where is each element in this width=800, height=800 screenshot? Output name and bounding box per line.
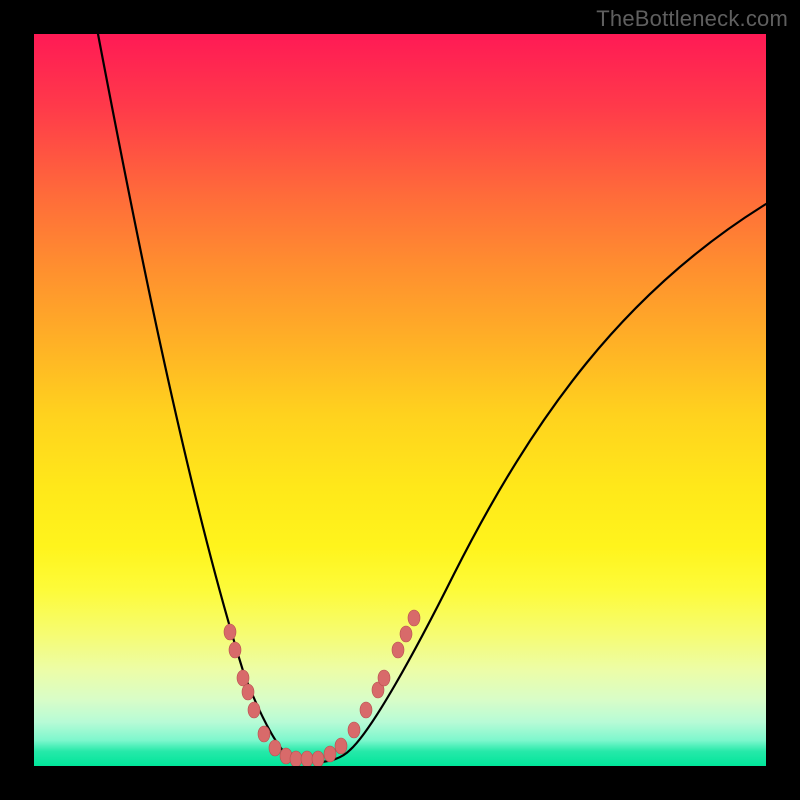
data-marker [237, 670, 249, 686]
data-marker [392, 642, 404, 658]
data-marker [348, 722, 360, 738]
data-marker [400, 626, 412, 642]
chart-frame: TheBottleneck.com [0, 0, 800, 800]
curve-layer [34, 34, 766, 766]
data-marker [269, 740, 281, 756]
data-marker [408, 610, 420, 626]
data-marker [258, 726, 270, 742]
data-marker [229, 642, 241, 658]
plot-area [34, 34, 766, 766]
data-marker [324, 746, 336, 762]
data-marker [360, 702, 372, 718]
data-marker [301, 751, 313, 766]
marker-group [224, 610, 420, 766]
data-marker [248, 702, 260, 718]
bottleneck-curve [98, 34, 766, 762]
watermark-text: TheBottleneck.com [596, 6, 788, 32]
data-marker [224, 624, 236, 640]
data-marker [378, 670, 390, 686]
data-marker [242, 684, 254, 700]
data-marker [335, 738, 347, 754]
data-marker [290, 751, 302, 766]
data-marker [312, 751, 324, 766]
